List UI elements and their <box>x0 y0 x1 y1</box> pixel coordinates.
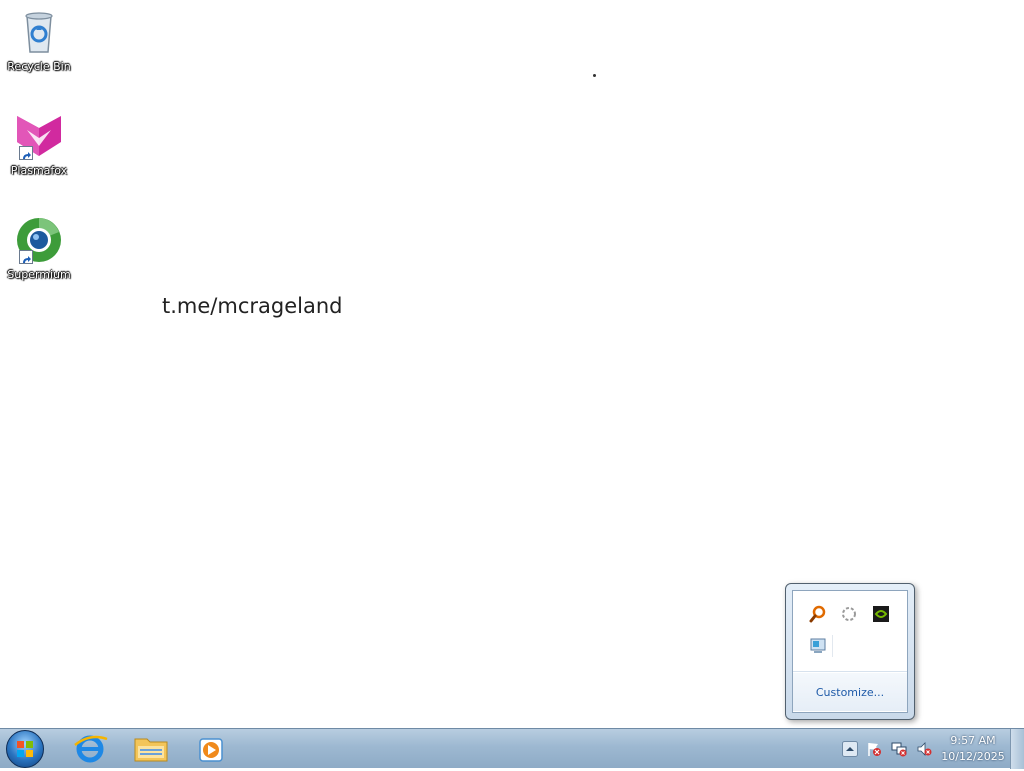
desktop-dot <box>593 74 596 77</box>
desktop-wallpaper-text: t.me/mcrageland <box>162 294 343 318</box>
clock-time: 9:57 AM <box>950 734 996 747</box>
taskbar: 9:57 AM 10/12/2025 <box>0 728 1024 769</box>
file-explorer-icon <box>134 738 168 762</box>
tray-overflow-icons <box>793 591 907 671</box>
desktop-icon-plasmafox[interactable]: Plasmafox <box>0 110 78 177</box>
desktop-icon-recycle-bin[interactable]: Recycle Bin <box>0 6 78 73</box>
desktop-icon-label: Recycle Bin <box>7 60 71 73</box>
media-player-icon <box>199 738 223 762</box>
tray-overflow-popup: Customize... <box>785 583 915 720</box>
internet-explorer-icon <box>74 735 108 763</box>
action-center-flag-icon[interactable] <box>866 741 882 757</box>
show-desktop-button[interactable] <box>1010 729 1024 769</box>
desktop-icon-label: Plasmafox <box>10 164 68 177</box>
taskbar-file-explorer[interactable] <box>126 731 176 766</box>
start-button[interactable] <box>6 730 44 768</box>
customize-link[interactable]: Customize... <box>793 673 907 711</box>
taskbar-clock[interactable]: 9:57 AM 10/12/2025 <box>936 733 1010 765</box>
taskbar-internet-explorer[interactable] <box>65 731 115 766</box>
desktop-icon-supermium[interactable]: Supermium <box>0 214 78 281</box>
taskbar-media-player[interactable] <box>186 731 236 766</box>
desktop: Recycle Bin Plasmafox Supermium t.me/mcr… <box>0 0 1024 728</box>
search-tool-icon[interactable] <box>809 605 827 623</box>
clock-date: 10/12/2025 <box>941 750 1005 763</box>
tray-overflow-divider <box>793 671 907 672</box>
plasmafox-icon <box>13 110 65 162</box>
loading-circle-icon[interactable] <box>840 605 858 623</box>
tray-overflow-panel: Customize... <box>792 590 908 713</box>
network-disconnected-icon[interactable] <box>891 741 907 757</box>
show-hidden-icons-chevron[interactable] <box>842 741 858 757</box>
shortcut-arrow-icon <box>19 146 33 160</box>
volume-muted-icon[interactable] <box>916 741 932 757</box>
nvidia-icon[interactable] <box>872 605 890 623</box>
desktop-icon-label: Supermium <box>7 268 71 281</box>
tray-overflow-separator <box>832 635 833 657</box>
windows-logo-icon <box>17 741 33 757</box>
shortcut-arrow-icon <box>19 250 33 264</box>
network-monitor-icon[interactable] <box>809 637 827 655</box>
recycle-bin-icon <box>13 6 65 58</box>
supermium-icon <box>13 214 65 266</box>
